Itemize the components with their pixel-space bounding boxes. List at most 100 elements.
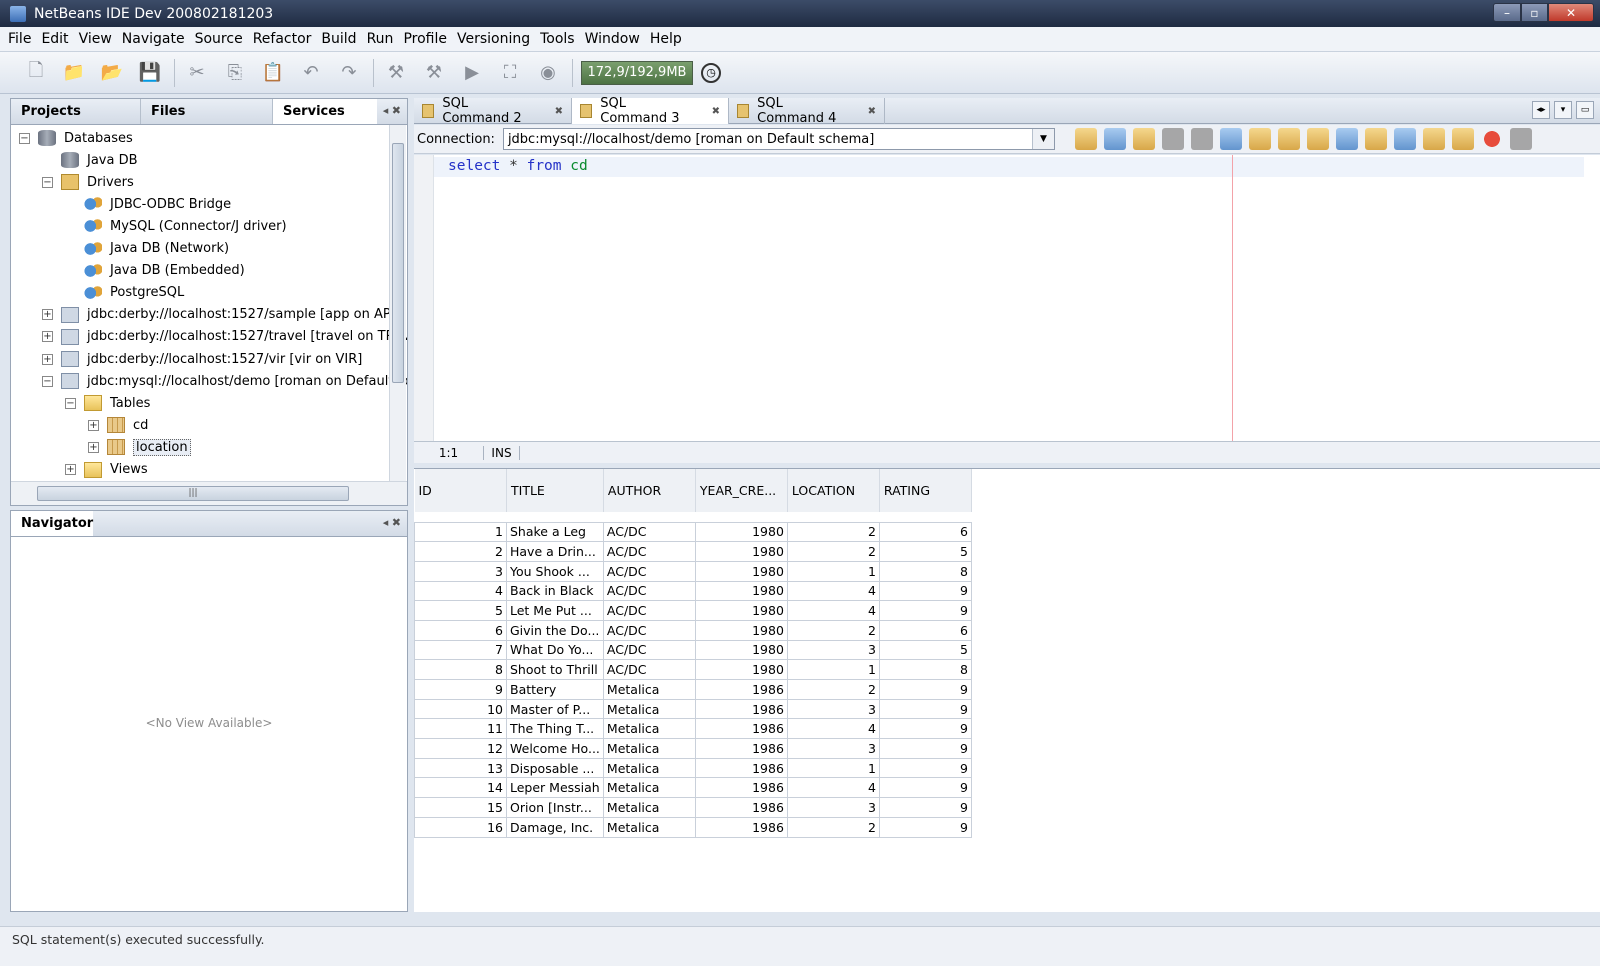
table-cell[interactable]: 1986 [694,698,788,720]
tree-node[interactable]: + jdbc:derby://localhost:1527/sample [app… [42,304,404,326]
table-cell[interactable]: 16 [414,816,507,838]
shift-right-icon[interactable] [1364,128,1387,150]
table-cell[interactable]: Givin the Do... [506,619,604,641]
table-cell[interactable]: Welcome Ho... [506,738,604,759]
table-cell[interactable]: You Shook ... [506,560,604,582]
table-row[interactable]: 7 What Do Yo... AC/DC 1980 3 5 [414,639,972,661]
table-cell[interactable]: 2 [786,679,880,700]
table-cell[interactable]: 1986 [694,777,788,799]
table-cell[interactable]: 1986 [694,738,788,759]
table-cell[interactable]: Shoot to Thrill [506,659,604,680]
navigator-title[interactable]: Navigator [11,511,94,536]
table-cell[interactable]: 4 [414,580,507,602]
garbage-collect-icon[interactable]: ◷ [701,62,721,83]
table-cell[interactable]: What Do Yo... [506,639,604,661]
table-cell[interactable]: 15 [414,797,507,818]
table-cell[interactable]: 1980 [694,560,788,582]
table-cell[interactable]: 8 [878,659,972,680]
table-cell[interactable]: 8 [414,659,507,680]
table-cell[interactable]: The Thing T... [506,718,604,740]
menu-window[interactable]: Window [585,31,640,47]
connection-select[interactable]: jdbc:mysql://localhost/demo [roman on De… [502,128,1055,150]
table-cell[interactable]: 1980 [694,619,788,641]
table-cell[interactable]: Let Me Put ... [506,600,604,621]
run-sql-icon[interactable] [1074,128,1097,150]
table-cell[interactable]: 6 [878,521,972,543]
new-project-icon[interactable]: 📁 [60,59,88,87]
tree-node[interactable]: + jdbc:derby://localhost:1527/vir [vir on… [42,348,362,370]
cut-icon[interactable]: ✂ [183,59,211,87]
tree-node[interactable]: + location [88,436,191,458]
table-cell[interactable]: 2 [786,816,880,838]
table-cell[interactable]: AC/DC [602,541,696,562]
table-cell[interactable]: AC/DC [602,619,696,641]
collapse-icon[interactable]: − [65,397,76,409]
column-header-author[interactable]: AUTHOR [603,469,696,512]
tree-node[interactable]: − Tables [65,392,150,414]
table-cell[interactable]: 4 [786,580,880,602]
table-row[interactable]: 2 Have a Drin... AC/DC 1980 2 5 [414,541,972,562]
table-cell[interactable]: 1 [786,757,880,779]
table-cell[interactable]: 1986 [694,718,788,740]
shift-left-icon[interactable] [1335,128,1358,150]
expand-icon[interactable]: + [42,331,53,343]
sql-code[interactable]: select * from cd [448,158,588,174]
table-cell[interactable]: AC/DC [602,659,696,680]
open-project-icon[interactable]: 📂 [98,59,126,87]
table-cell[interactable]: Metalica [602,698,696,720]
table-cell[interactable]: 9 [878,757,972,779]
table-cell[interactable]: 1986 [694,679,788,700]
table-cell[interactable]: 1986 [694,797,788,818]
table-cell[interactable]: 7 [414,639,507,661]
table-cell[interactable]: Orion [Instr... [506,797,604,818]
menu-refactor[interactable]: Refactor [253,31,312,47]
table-row[interactable]: 10 Master of P... Metalica 1986 3 9 [414,698,972,720]
table-cell[interactable]: 10 [414,698,507,720]
table-row[interactable]: 15 Orion [Instr... Metalica 1986 3 9 [414,797,972,818]
table-cell[interactable]: 9 [414,679,507,700]
table-cell[interactable]: 13 [414,757,507,779]
collapse-icon[interactable]: − [42,176,53,188]
collapse-icon[interactable]: − [19,132,30,144]
tree-node[interactable]: PostgreSQL [84,282,184,304]
column-header-title[interactable]: TITLE [506,469,604,512]
more-tools-icon[interactable] [1509,128,1532,150]
table-cell[interactable]: 4 [786,600,880,621]
tree-node[interactable]: − jdbc:mysql://localhost/demo [roman on D… [42,370,407,392]
table-row[interactable]: 8 Shoot to Thrill AC/DC 1980 1 8 [414,659,972,680]
tree-node[interactable]: Java DB (Embedded) [84,260,245,282]
menu-run[interactable]: Run [367,31,394,47]
table-cell[interactable]: 2 [414,541,507,562]
column-header-year-created[interactable]: YEAR_CRE... [695,469,788,512]
paste-icon[interactable]: 📋 [259,59,287,87]
table-cell[interactable]: 3 [786,639,880,661]
table-cell[interactable]: 3 [414,560,507,582]
table-cell[interactable]: AC/DC [602,639,696,661]
table-cell[interactable]: Battery [506,679,604,700]
table-cell[interactable]: 9 [878,698,972,720]
table-cell[interactable]: 5 [878,639,972,661]
tree-node[interactable]: + Views [65,459,148,481]
tree-node[interactable]: JDBC-ODBC Bridge [84,193,231,215]
sql-history-icon[interactable] [1132,128,1155,150]
table-cell[interactable]: AC/DC [602,600,696,621]
comment-icon[interactable] [1393,128,1416,150]
toggle-bookmark-icon[interactable] [1161,128,1184,150]
menu-file[interactable]: File [8,31,31,47]
scroll-tabs-left-icon[interactable]: ◂▸ [1532,101,1550,119]
table-cell[interactable]: Metalica [602,816,696,838]
table-cell[interactable]: AC/DC [602,580,696,602]
table-cell[interactable]: Metalica [602,757,696,779]
menu-edit[interactable]: Edit [41,31,68,47]
table-cell[interactable]: Back in Black [506,580,604,602]
menu-profile[interactable]: Profile [403,31,447,47]
chevron-down-icon[interactable]: ▼ [1031,129,1054,149]
save-all-icon[interactable]: 💾 [136,59,164,87]
tab-sql-command-2[interactable]: SQL Command 2 ✖ [414,96,572,126]
tab-sql-command-3[interactable]: SQL Command 3 ✖ [572,96,729,126]
table-row[interactable]: 12 Welcome Ho... Metalica 1986 3 9 [414,738,972,759]
table-cell[interactable]: 11 [414,718,507,740]
table-cell[interactable]: 5 [414,600,507,621]
table-row[interactable]: 16 Damage, Inc. Metalica 1986 2 9 [414,816,972,838]
table-cell[interactable]: AC/DC [602,521,696,543]
